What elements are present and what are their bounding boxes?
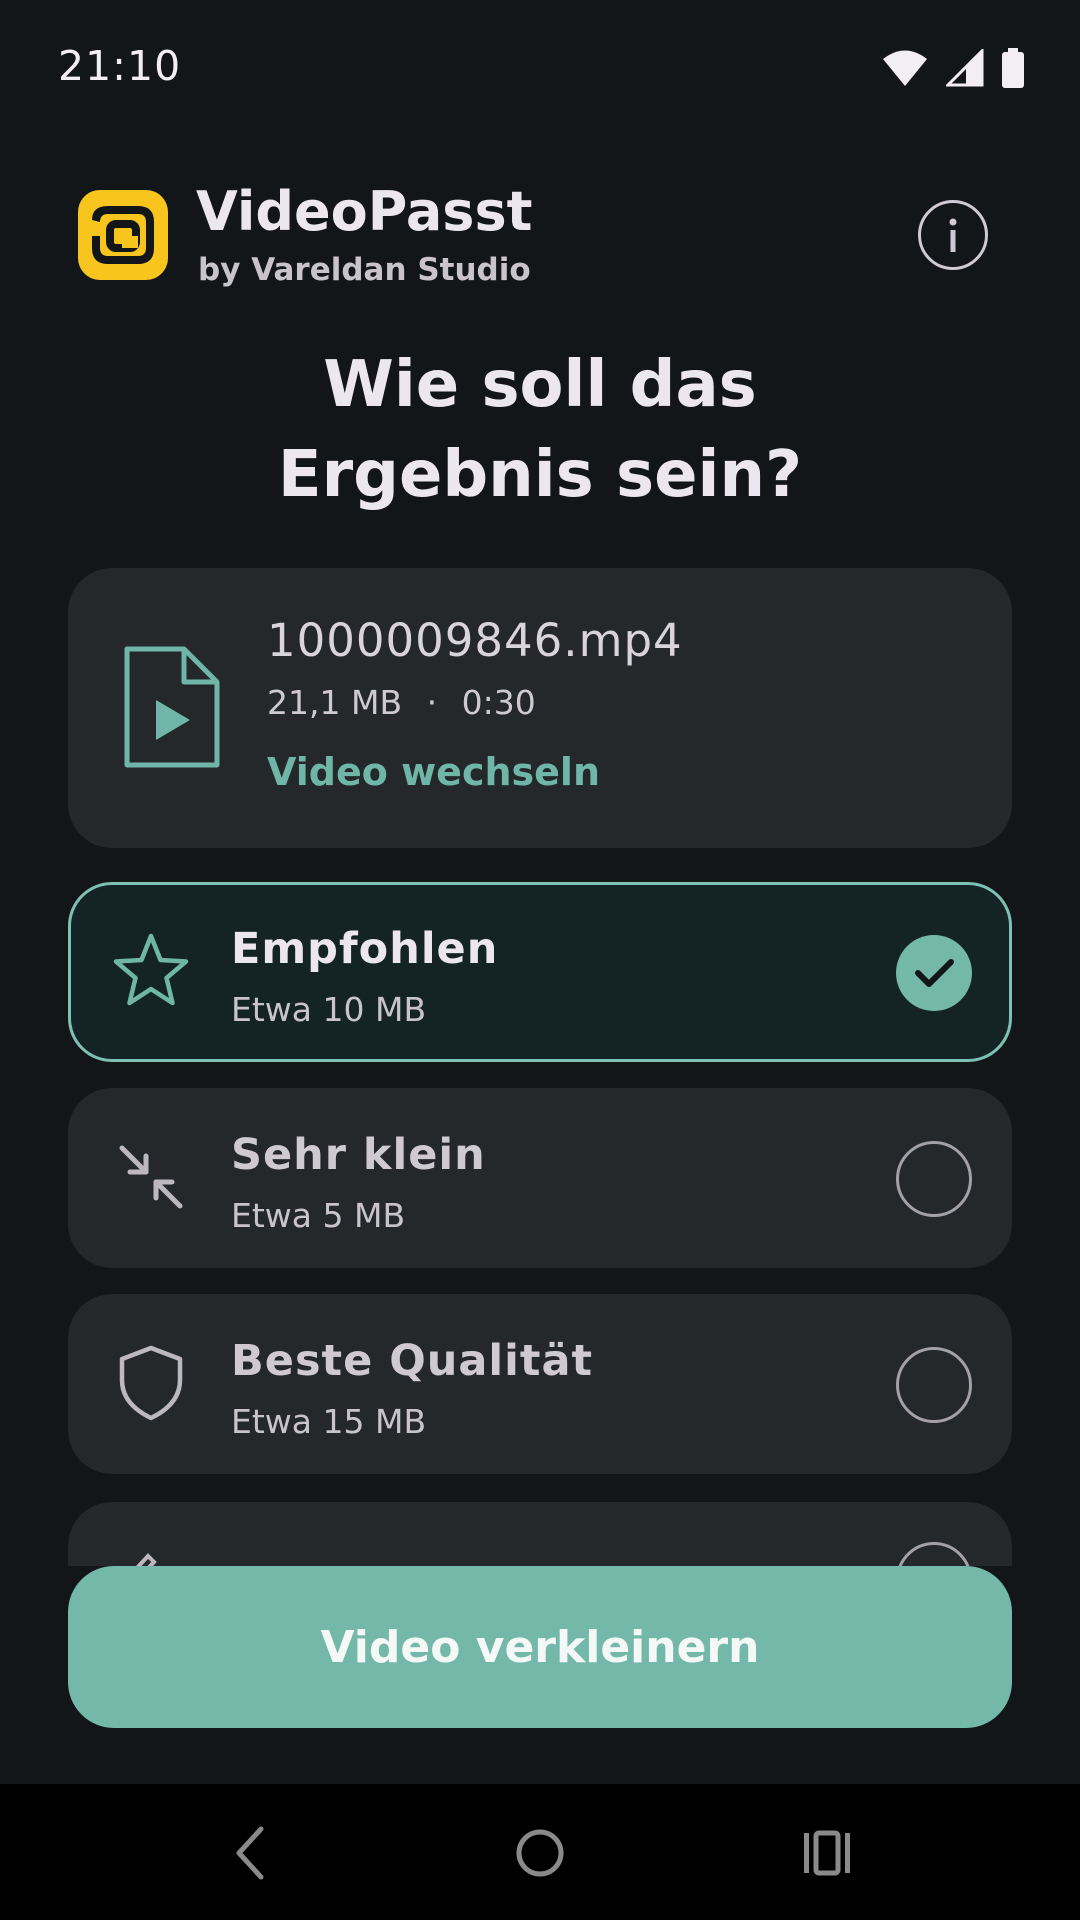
battery-icon — [1002, 48, 1024, 88]
recents-icon[interactable] — [798, 1823, 858, 1883]
compress-arrows-icon — [119, 1145, 183, 1209]
option-size: Etwa 10 MB — [231, 990, 427, 1029]
page-title-line1: Wie soll das — [323, 348, 757, 422]
video-file-icon — [124, 646, 220, 768]
option-size: Etwa 15 MB — [231, 1402, 427, 1441]
page-title: Wie soll das Ergebnis sein? — [0, 340, 1080, 520]
star-icon — [113, 933, 189, 1006]
info-icon — [949, 218, 957, 252]
app-title: VideoPasst — [196, 180, 533, 243]
status-icons — [882, 48, 1024, 88]
wifi-icon — [883, 50, 927, 86]
check-icon — [915, 959, 954, 987]
option-title: Beste Qualität — [231, 1336, 594, 1386]
option-very-small[interactable] — [68, 1088, 1012, 1268]
radio-unchecked[interactable] — [896, 1347, 972, 1423]
option-title: Empfohlen — [231, 924, 499, 974]
compress-video-button[interactable]: Video verkleinern — [68, 1566, 1012, 1728]
home-icon[interactable] — [510, 1823, 570, 1883]
radio-checked[interactable] — [896, 935, 972, 1011]
info-button[interactable] — [918, 200, 988, 270]
radio-unchecked[interactable] — [896, 1141, 972, 1217]
meta-separator: · — [426, 683, 438, 722]
page-title-line2: Ergebnis sein? — [277, 438, 803, 512]
app-subtitle: by Vareldan Studio — [198, 252, 531, 288]
file-name: 1000009846.mp4 — [267, 614, 683, 667]
back-icon[interactable] — [225, 1823, 275, 1883]
change-video-link[interactable]: Video wechseln — [267, 750, 600, 794]
system-nav-bar — [0, 1784, 1080, 1920]
status-time: 21:10 — [58, 42, 182, 90]
option-title: Sehr klein — [231, 1130, 486, 1180]
file-size: 21,1 MB — [267, 683, 403, 722]
app-logo-icon — [78, 190, 168, 280]
option-size: Etwa 5 MB — [231, 1196, 406, 1235]
option-recommended[interactable] — [68, 882, 1012, 1062]
file-meta: 21,1 MB · 0:30 — [267, 683, 536, 722]
shield-icon — [119, 1345, 183, 1421]
file-duration: 0:30 — [461, 683, 536, 722]
signal-icon — [946, 49, 984, 87]
